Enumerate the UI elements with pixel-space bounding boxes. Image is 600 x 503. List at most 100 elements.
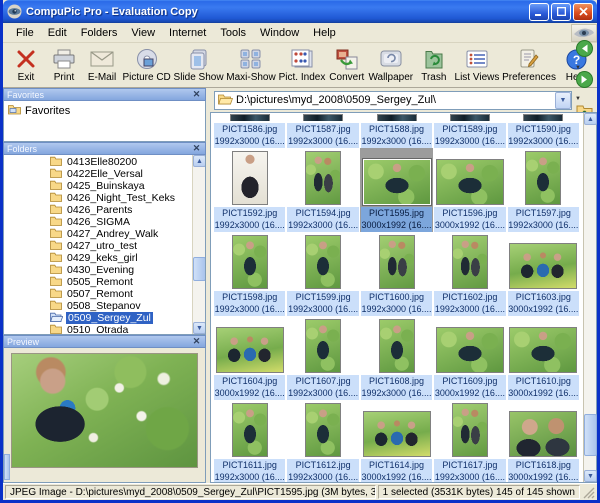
maxi-show-button[interactable]: Maxi-Show: [225, 45, 277, 86]
trash-button[interactable]: Trash: [415, 45, 453, 86]
folder-item-0509_sergey_zul[interactable]: 0509_Sergey_Zul: [4, 312, 192, 324]
slide-show-button[interactable]: Slide Show: [172, 45, 225, 86]
thumbnail-cell-pict1611[interactable]: PICT1611.jpg1992x3000 (16....: [213, 400, 286, 482]
pict-index-button[interactable]: Pict. Index: [277, 45, 327, 86]
thumbnail-cell-pict1608[interactable]: PICT1608.jpg1992x3000 (16....: [360, 316, 433, 400]
menu-folders[interactable]: Folders: [74, 25, 125, 41]
chevron-down-icon[interactable]: ▼: [575, 91, 581, 103]
thumbnail-photo[interactable]: [509, 243, 577, 289]
thumbnail-photo[interactable]: [452, 235, 488, 289]
thumbnail-photo[interactable]: [379, 319, 415, 373]
e-mail-button[interactable]: E-Mail: [83, 45, 121, 86]
menu-help[interactable]: Help: [306, 25, 343, 41]
favorites-panel-close-icon[interactable]: ✕: [191, 89, 202, 100]
thumbnail-cell-pict1612[interactable]: PICT1612.jpg1992x3000 (16....: [286, 400, 359, 482]
thumbnail-cell-pict1588[interactable]: PICT1588.jpg1992x3000 (16....: [360, 113, 433, 148]
menu-window[interactable]: Window: [253, 25, 306, 41]
thumbnail-photo[interactable]: [363, 159, 431, 205]
main-scrollbar[interactable]: ▲ ▼: [583, 113, 596, 482]
thumbnail-cell-pict1589[interactable]: PICT1589.jpg1992x3000 (16....: [433, 113, 506, 148]
thumbnail-photo[interactable]: [232, 235, 268, 289]
folders-panel-close-icon[interactable]: ✕: [191, 143, 202, 154]
thumbnail-cell-pict1610[interactable]: PICT1610.jpg3000x1992 (16....: [507, 316, 580, 400]
forward-button[interactable]: [575, 72, 594, 91]
folders-scrollbar[interactable]: ▲ ▼: [192, 155, 205, 334]
menu-internet[interactable]: Internet: [162, 25, 213, 41]
titlebar[interactable]: CompuPic Pro - Evaluation Copy: [3, 0, 597, 23]
folder-item-0430_evening[interactable]: 0430_Evening: [4, 264, 192, 276]
thumbnail-photo[interactable]: [452, 403, 488, 457]
folder-item-0422elle_versal[interactable]: 0422Elle_Versal: [4, 168, 192, 180]
folder-item-0505_remont[interactable]: 0505_Remont: [4, 276, 192, 288]
folder-item-0427_andrey_walk[interactable]: 0427_Andrey_Walk: [4, 228, 192, 240]
minimize-button[interactable]: [529, 3, 549, 21]
scroll-down-icon[interactable]: ▼: [584, 470, 597, 482]
preview-image[interactable]: [11, 353, 198, 468]
menu-edit[interactable]: Edit: [41, 25, 74, 41]
folder-item-0507_remont[interactable]: 0507_Remont: [4, 288, 192, 300]
menu-file[interactable]: File: [9, 25, 41, 41]
thumbnail-photo[interactable]: [523, 114, 563, 121]
thumbnail-cell-pict1614[interactable]: PICT1614.jpg3000x1992 (16....: [360, 400, 433, 482]
folder-item-0427_utro_test[interactable]: 0427_utro_test: [4, 240, 192, 252]
favorites-item[interactable]: Favorites: [4, 101, 205, 121]
folder-item-0508_stepanov[interactable]: 0508_Stepanov: [4, 300, 192, 312]
thumbnail-photo[interactable]: [305, 319, 341, 373]
thumbnail-cell-pict1594[interactable]: PICT1594.jpg1992x3000 (16....: [286, 148, 359, 232]
thumbnail-cell-pict1595[interactable]: PICT1595.jpg3000x1992 (16....: [360, 148, 433, 232]
thumbnail-photo[interactable]: [305, 403, 341, 457]
path-text[interactable]: D:\pictures\myd_2008\0509_Sergey_Zul\: [236, 94, 555, 106]
thumbnail-photo[interactable]: [379, 235, 415, 289]
thumbnail-cell-pict1618[interactable]: PICT1618.jpg3000x1992 (16....: [507, 400, 580, 482]
path-combobox[interactable]: D:\pictures\myd_2008\0509_Sergey_Zul\ ▼: [214, 91, 572, 110]
thumbnail-photo[interactable]: [436, 327, 504, 373]
back-button[interactable]: [575, 41, 594, 60]
thumbnail-photo[interactable]: [509, 411, 577, 457]
exit-button[interactable]: Exit: [7, 45, 45, 86]
preview-scrollbar-thumb[interactable]: [4, 454, 10, 480]
thumbnail-photo[interactable]: [377, 114, 417, 121]
thumbnail-cell-pict1607[interactable]: PICT1607.jpg1992x3000 (16....: [286, 316, 359, 400]
menu-view[interactable]: View: [124, 25, 162, 41]
main-scrollbar-thumb[interactable]: [584, 414, 597, 456]
folder-item-0429_keks_girl[interactable]: 0429_keks_girl: [4, 252, 192, 264]
convert-button[interactable]: Convert: [327, 45, 367, 86]
thumbnail-photo[interactable]: [305, 235, 341, 289]
thumbnail-cell-pict1599[interactable]: PICT1599.jpg1992x3000 (16....: [286, 232, 359, 316]
thumbnail-photo[interactable]: [232, 151, 268, 205]
thumbnail-cell-pict1603[interactable]: PICT1603.jpg3000x1992 (16....: [507, 232, 580, 316]
scroll-up-icon[interactable]: ▲: [193, 155, 206, 167]
print-button[interactable]: Print: [45, 45, 83, 86]
folder-item-0510_otrada[interactable]: 0510_Otrada: [4, 324, 192, 334]
maximize-button[interactable]: [551, 3, 571, 21]
chevron-down-icon[interactable]: ▼: [575, 60, 581, 72]
thumbnail-photo[interactable]: [303, 114, 343, 121]
picture-cd-button[interactable]: Picture CD: [121, 45, 172, 86]
thumbnail-cell-pict1590[interactable]: PICT1590.jpg1992x3000 (16....: [507, 113, 580, 148]
folder-item-0426_night_test_keks[interactable]: 0426_Night_Test_Keks: [4, 192, 192, 204]
scroll-down-icon[interactable]: ▼: [193, 322, 206, 334]
thumbnail-photo[interactable]: [509, 327, 577, 373]
thumbnail-photo[interactable]: [232, 403, 268, 457]
thumbnail-cell-pict1600[interactable]: PICT1600.jpg1992x3000 (16....: [360, 232, 433, 316]
thumbnail-photo[interactable]: [230, 114, 270, 121]
folder-item-0413elle80200[interactable]: 0413Elle80200: [4, 156, 192, 168]
close-button[interactable]: [573, 3, 593, 21]
folder-item-0426_parents[interactable]: 0426_Parents: [4, 204, 192, 216]
preferences-button[interactable]: Preferences: [501, 45, 557, 86]
thumbnail-cell-pict1602[interactable]: PICT1602.jpg1992x3000 (16....: [433, 232, 506, 316]
thumbnail-cell-pict1598[interactable]: PICT1598.jpg1992x3000 (16....: [213, 232, 286, 316]
thumbnail-photo[interactable]: [436, 159, 504, 205]
thumbnail-cell-pict1587[interactable]: PICT1587.jpg1992x3000 (16....: [286, 113, 359, 148]
thumbnail-photo[interactable]: [450, 114, 490, 121]
thumbnail-cell-pict1609[interactable]: PICT1609.jpg3000x1992 (16....: [433, 316, 506, 400]
menu-tools[interactable]: Tools: [213, 25, 253, 41]
thumbnail-photo[interactable]: [363, 411, 431, 457]
folder-item-0425_buinskaya[interactable]: 0425_Buinskaya: [4, 180, 192, 192]
thumbnail-cell-pict1586[interactable]: PICT1586.jpg1992x3000 (16....: [213, 113, 286, 148]
thumbnail-photo[interactable]: [216, 327, 284, 373]
thumbnail-cell-pict1592[interactable]: PICT1592.jpg1992x3000 (16....: [213, 148, 286, 232]
folders-scrollbar-thumb[interactable]: [193, 257, 206, 281]
preview-panel-close-icon[interactable]: ✕: [191, 336, 202, 347]
scroll-up-icon[interactable]: ▲: [584, 113, 597, 125]
